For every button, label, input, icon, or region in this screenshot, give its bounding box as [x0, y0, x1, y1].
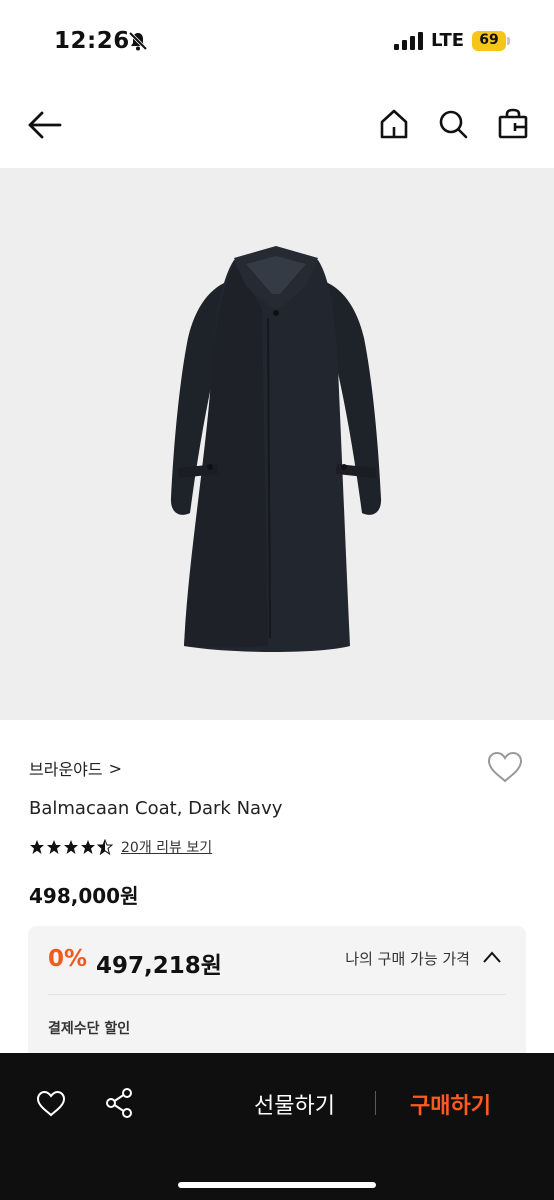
- battery-icon: 69: [472, 31, 510, 51]
- bar-divider: [375, 1091, 376, 1115]
- rating-stars: [29, 839, 113, 855]
- status-time: 12:26: [54, 28, 130, 54]
- back-arrow-icon[interactable]: [28, 110, 62, 140]
- star-icon: [47, 840, 61, 854]
- heart-icon[interactable]: [36, 1090, 66, 1118]
- signal-icon: [394, 32, 423, 50]
- status-bar: 12:26 LTE 69: [0, 0, 554, 80]
- discount-rate: 0%: [48, 946, 88, 972]
- brand-link[interactable]: 브라운야드 >: [29, 756, 122, 780]
- battery-level: 69: [479, 32, 499, 48]
- home-icon[interactable]: [378, 108, 410, 140]
- half-star-icon: [97, 839, 113, 855]
- search-icon[interactable]: [437, 108, 469, 140]
- home-indicator: [178, 1182, 376, 1188]
- panel-divider: [48, 994, 506, 995]
- star-icon: [81, 840, 95, 854]
- product-image[interactable]: [0, 168, 554, 720]
- product-name: Balmacaan Coat, Dark Navy: [29, 798, 283, 819]
- share-icon[interactable]: [104, 1087, 134, 1119]
- shopping-bag-icon[interactable]: [497, 108, 529, 140]
- payment-discount-title: 결제수단 할인: [48, 1021, 131, 1037]
- network-type: LTE: [431, 30, 465, 51]
- brand-name: 브라운야드: [29, 760, 103, 779]
- rating-row: 20개 리뷰 보기: [29, 837, 212, 857]
- review-link[interactable]: 20개 리뷰 보기: [121, 837, 212, 857]
- bell-muted-icon: [128, 31, 148, 51]
- chevron-up-icon[interactable]: [482, 950, 502, 964]
- buy-button[interactable]: 구매하기: [410, 1088, 491, 1120]
- my-price-label: 나의 구매 가능 가격: [345, 950, 470, 968]
- price-panel: 0% 497,218원 나의 구매 가능 가격 결제수단 할인: [28, 926, 526, 1066]
- star-icon: [30, 840, 44, 854]
- wishlist-heart-icon[interactable]: [487, 751, 523, 783]
- top-nav: [0, 96, 554, 156]
- gift-button[interactable]: 선물하기: [254, 1088, 335, 1120]
- my-price: 497,218원: [96, 953, 222, 979]
- chevron-right-icon: >: [108, 758, 123, 778]
- star-icon: [64, 840, 78, 854]
- bottom-action-bar: 선물하기 구매하기: [0, 1053, 554, 1200]
- coat-illustration: [170, 246, 382, 652]
- product-price: 498,000원: [29, 884, 139, 908]
